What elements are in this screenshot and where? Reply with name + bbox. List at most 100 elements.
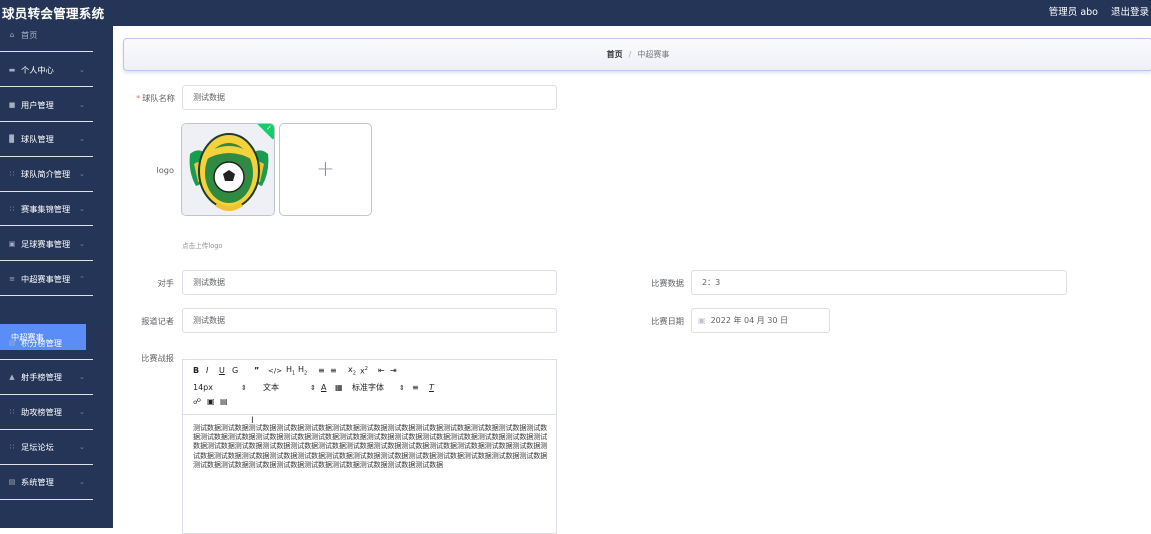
align-icon[interactable]: ≡ bbox=[412, 383, 429, 392]
sidebar-item-label: 球队简介管理 bbox=[21, 169, 71, 179]
sidebar-item-label: 助攻榜管理 bbox=[21, 407, 62, 417]
sidebar-divider bbox=[0, 121, 93, 122]
report-label: 比赛战报 bbox=[141, 353, 174, 363]
sidebar-item-forum[interactable]: ∷ 足坛论坛 ⌄ bbox=[0, 435, 93, 459]
breadcrumb-separator: / bbox=[628, 50, 632, 59]
chevron-updown-icon: ⇕ bbox=[241, 383, 247, 392]
sidebar-divider bbox=[0, 499, 93, 500]
sidebar-item-standings[interactable]: ▤ 积分榜管理 ⌄ bbox=[0, 331, 93, 355]
team-name-input[interactable]: 测试数据 bbox=[182, 85, 557, 110]
sidebar-divider bbox=[0, 359, 93, 360]
sidebar-item-scorers[interactable]: ▲ 射手榜管理 ⌄ bbox=[0, 365, 93, 389]
clear-format-icon[interactable]: T bbox=[429, 383, 441, 392]
chevron-down-icon: ⌄ bbox=[79, 478, 85, 486]
chevron-down-icon: ⌄ bbox=[79, 443, 85, 451]
strike-icon[interactable]: G bbox=[232, 366, 254, 375]
code-icon[interactable]: </> bbox=[268, 367, 286, 375]
bold-icon[interactable]: B bbox=[193, 366, 206, 375]
italic-icon[interactable]: I bbox=[206, 366, 219, 375]
logo-upload-button[interactable]: + bbox=[279, 123, 372, 216]
table-icon: ■ bbox=[8, 101, 16, 109]
doc-icon: ▤ bbox=[8, 478, 16, 486]
sidebar-divider bbox=[0, 156, 93, 157]
chevron-updown-icon: ⇕ bbox=[399, 383, 405, 392]
logo-upload-card[interactable]: ✓ bbox=[181, 123, 275, 216]
underline-icon[interactable]: U bbox=[219, 366, 232, 375]
chevron-down-icon: ⌄ bbox=[79, 205, 85, 213]
grid-icon: ∷ bbox=[9, 170, 15, 178]
chevron-down-icon: ⌄ bbox=[79, 170, 85, 178]
upload-hint: 点击上传logo bbox=[182, 242, 223, 250]
rich-text-editor: B I U G ” </> H1 H2 ≡ ≡ x2 x2 ⇤ ⇥ 14px ⇕… bbox=[182, 359, 557, 534]
bullet-list-icon[interactable]: ≡ bbox=[330, 366, 348, 375]
home-icon: ⌂ bbox=[9, 31, 15, 39]
user-icon: ▬ bbox=[8, 66, 16, 74]
indent-decrease-icon[interactable]: ⇤ bbox=[378, 366, 390, 375]
logout-button[interactable]: 退出登录 bbox=[1111, 4, 1149, 18]
text-style-select[interactable]: 文本 bbox=[263, 382, 310, 393]
ordered-list-icon[interactable]: ≡ bbox=[318, 366, 330, 375]
user-icon: ▲ bbox=[9, 373, 15, 381]
calendar-icon: ▣ bbox=[698, 316, 706, 325]
sidebar-item-team-intro[interactable]: ∷ 球队简介管理 ⌄ bbox=[0, 162, 93, 186]
superscript-icon[interactable]: x2 bbox=[360, 366, 378, 376]
sidebar-item-assists[interactable]: ∷ 助攻榜管理 ⌄ bbox=[0, 400, 93, 424]
sidebar: ⌂ 首页 ▬ 个人中心 ⌄ ■ 用户管理 ⌄ ▉ 球队管理 ⌄ ∷ 球队简介管理… bbox=[0, 26, 113, 528]
chevron-down-icon: ⌄ bbox=[79, 66, 85, 74]
sidebar-item-teams[interactable]: ▉ 球队管理 ⌄ bbox=[0, 127, 93, 151]
check-icon: ✓ bbox=[266, 124, 272, 132]
sidebar-item-label: 球队管理 bbox=[21, 134, 54, 144]
grid-icon: ∷ bbox=[9, 205, 15, 213]
subscript-icon[interactable]: x2 bbox=[348, 365, 360, 377]
sidebar-item-users[interactable]: ■ 用户管理 ⌄ bbox=[0, 93, 93, 117]
sidebar-item-label: 射手榜管理 bbox=[21, 372, 62, 382]
sidebar-divider bbox=[0, 86, 93, 87]
sidebar-divider bbox=[0, 394, 93, 395]
team-name-label-text: 球队名称 bbox=[142, 93, 175, 103]
grid-icon: ∷ bbox=[9, 443, 15, 451]
logo-label: logo bbox=[156, 165, 175, 175]
font-size-select[interactable]: 14px bbox=[193, 383, 241, 392]
sidebar-item-football-matches[interactable]: ▣ 足球赛事管理 ⌄ bbox=[0, 232, 93, 256]
opponent-input[interactable]: 测试数据 bbox=[182, 270, 557, 295]
editor-toolbar: B I U G ” </> H1 H2 ≡ ≡ x2 x2 ⇤ ⇥ 14px ⇕… bbox=[183, 360, 556, 415]
background-color-icon[interactable]: ▦ bbox=[335, 383, 352, 392]
list-icon: ≡ bbox=[9, 275, 15, 283]
sidebar-item-label: 足球赛事管理 bbox=[21, 239, 71, 249]
reporter-input[interactable]: 测试数据 bbox=[182, 308, 557, 333]
font-family-select[interactable]: 标准字体 bbox=[352, 382, 399, 393]
blockquote-icon[interactable]: ” bbox=[254, 366, 268, 375]
video-icon[interactable]: ▤ bbox=[220, 397, 232, 406]
sidebar-item-label: 用户管理 bbox=[21, 100, 54, 110]
font-color-icon[interactable]: A bbox=[321, 383, 335, 392]
team-logo-image bbox=[182, 124, 274, 215]
chevron-down-icon: ⌄ bbox=[79, 373, 85, 381]
sidebar-item-highlights[interactable]: ∷ 赛事集锦管理 ⌄ bbox=[0, 197, 93, 221]
date-picker[interactable]: ▣ 2022 年 04 月 30 日 bbox=[691, 308, 830, 333]
score-input[interactable]: 2：3 bbox=[691, 270, 1067, 295]
chart-icon: ▉ bbox=[9, 135, 15, 143]
sidebar-divider bbox=[0, 51, 93, 52]
sidebar-item-personal[interactable]: ▬ 个人中心 ⌄ bbox=[0, 58, 93, 82]
top-bar: 球员转会管理系统 管理员 abo 退出登录 bbox=[0, 0, 1151, 26]
reporter-label: 报道记者 bbox=[141, 316, 174, 326]
sidebar-divider bbox=[0, 225, 93, 226]
indent-increase-icon[interactable]: ⇥ bbox=[390, 366, 402, 375]
sidebar-item-csl-matches[interactable]: ≡ 中超赛事管理 ⌃ bbox=[0, 267, 93, 291]
font-size-value: 14px bbox=[193, 383, 213, 392]
heading1-icon[interactable]: H1 bbox=[286, 365, 298, 377]
sidebar-item-home[interactable]: ⌂ 首页 bbox=[0, 23, 93, 47]
breadcrumb-home[interactable]: 首页 bbox=[607, 49, 623, 60]
required-mark: * bbox=[136, 93, 141, 103]
image-icon[interactable]: ▣ bbox=[207, 397, 220, 406]
font-family-value: 标准字体 bbox=[352, 383, 384, 392]
grid-icon: ∷ bbox=[9, 408, 15, 416]
editor-content[interactable]: 测试数据测试数据测试数据测试数据测试数据测试数据测试数据测试数据测试数据测试数据… bbox=[193, 423, 548, 469]
top-right-menu: 管理员 abo 退出登录 bbox=[1049, 4, 1149, 18]
chevron-down-icon: ⌄ bbox=[79, 240, 85, 248]
link-icon[interactable]: ☍ bbox=[193, 397, 207, 406]
chevron-down-icon: ⌄ bbox=[79, 408, 85, 416]
heading2-icon[interactable]: H2 bbox=[298, 365, 318, 377]
sidebar-item-system[interactable]: ▤ 系统管理 ⌄ bbox=[0, 470, 93, 494]
app-title: 球员转会管理系统 bbox=[2, 6, 105, 21]
